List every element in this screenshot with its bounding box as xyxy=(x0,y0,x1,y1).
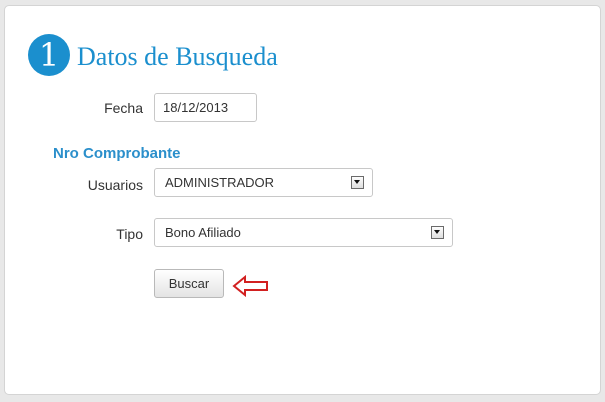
buscar-button[interactable]: Buscar xyxy=(154,269,224,298)
search-panel: 1 Datos de Busqueda Fecha Nro Comprobant… xyxy=(4,5,601,395)
usuarios-selected-value: ADMINISTRADOR xyxy=(165,175,275,190)
tipo-selected-value: Bono Afiliado xyxy=(165,225,241,240)
step-number-badge: 1 xyxy=(28,34,70,76)
tipo-label: Tipo xyxy=(116,226,143,242)
usuarios-select[interactable]: ADMINISTRADOR xyxy=(154,168,373,197)
chevron-down-icon[interactable] xyxy=(351,176,364,189)
nro-comprobante-heading: Nro Comprobante xyxy=(53,145,181,162)
section-title: Datos de Busqueda xyxy=(77,42,278,71)
fecha-input[interactable] xyxy=(154,93,257,122)
annotation-arrow-icon xyxy=(232,275,268,297)
tipo-select[interactable]: Bono Afiliado xyxy=(154,218,453,247)
fecha-label: Fecha xyxy=(104,100,143,116)
usuarios-label: Usuarios xyxy=(87,177,143,193)
chevron-down-icon[interactable] xyxy=(431,226,444,239)
